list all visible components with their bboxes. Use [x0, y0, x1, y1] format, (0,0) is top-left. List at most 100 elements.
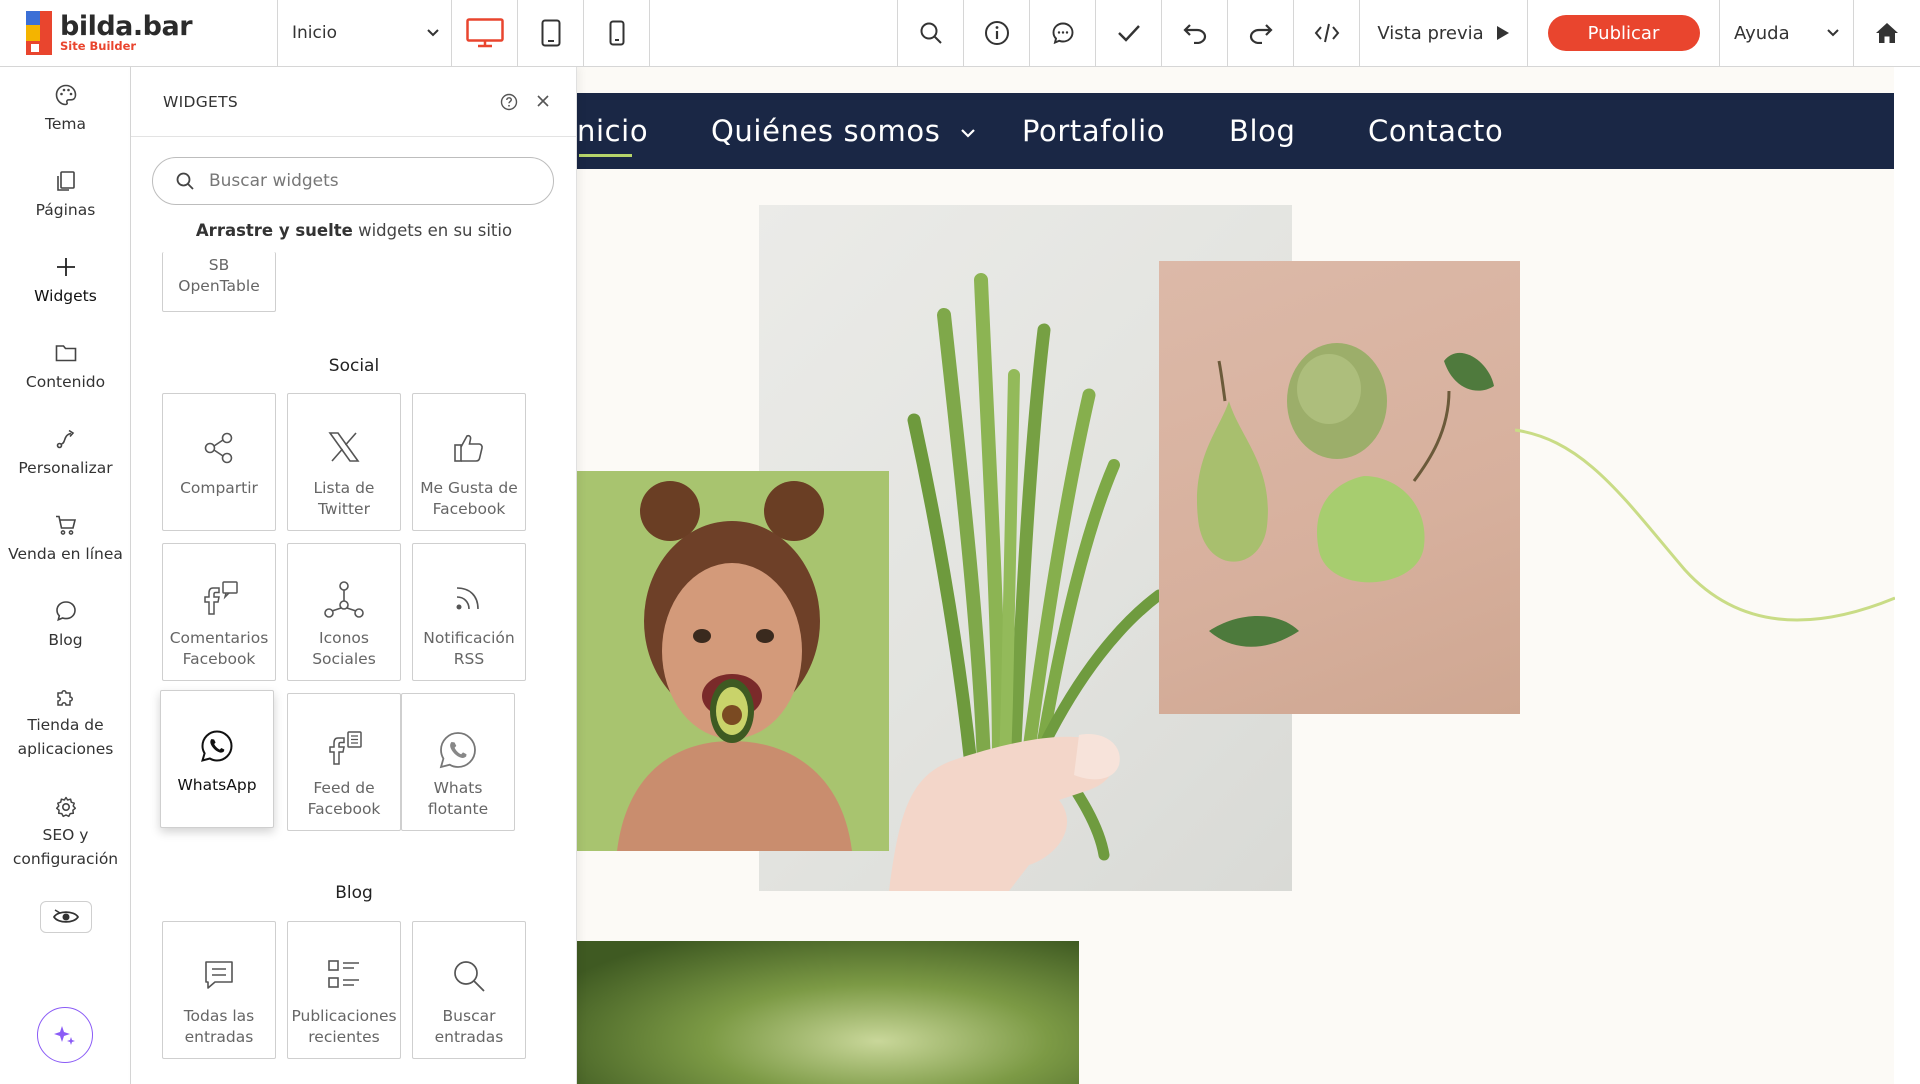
- undo-icon: [1182, 24, 1206, 44]
- rail-item-venda[interactable]: Venda en línea: [0, 513, 131, 563]
- thumbs-up-icon: [454, 434, 483, 462]
- mobile-view-button[interactable]: [584, 0, 650, 66]
- widget-card-facebook-comments[interactable]: Comentarios Facebook: [162, 543, 276, 681]
- comments-button[interactable]: [1030, 0, 1096, 66]
- nav-item-portafolio[interactable]: Portafolio: [1022, 114, 1165, 148]
- facebook-comments-icon: [204, 581, 238, 615]
- rail-label: Blog: [48, 631, 83, 649]
- folder-icon: [55, 345, 76, 362]
- help-label: Ayuda: [1734, 22, 1790, 44]
- widget-card-label: Buscar entradas: [434, 1007, 504, 1046]
- nav-item-inicio[interactable]: nicio: [577, 114, 648, 148]
- search-button[interactable]: [898, 0, 964, 66]
- rail-item-paginas[interactable]: Páginas: [0, 169, 131, 219]
- info-button[interactable]: [964, 0, 1030, 66]
- comment-icon: [1052, 22, 1073, 45]
- chat-icon: [55, 601, 76, 622]
- widget-card-label: Me Gusta de Facebook: [420, 479, 518, 518]
- widget-card-social-icons[interactable]: Iconos Sociales: [287, 543, 401, 681]
- rail-item-widgets[interactable]: Widgets: [0, 255, 131, 305]
- undo-button[interactable]: [1162, 0, 1228, 66]
- widget-card-opentable[interactable]: SB OpenTable: [162, 252, 276, 312]
- left-rail: Tema Páginas Widgets Contenido Personali…: [0, 67, 131, 1084]
- rail-item-tienda[interactable]: Tienda de aplicaciones: [0, 685, 131, 761]
- code-button[interactable]: [1294, 0, 1360, 66]
- widget-card-rss[interactable]: Notificación RSS: [412, 543, 526, 681]
- rail-item-tema[interactable]: Tema: [0, 83, 131, 133]
- help-circle-icon[interactable]: [500, 93, 518, 111]
- widget-card-label: Feed de Facebook: [307, 779, 381, 818]
- hint-rest: widgets en su sitio: [352, 221, 513, 240]
- customize-icon: [56, 429, 74, 449]
- whatsapp-icon: [201, 730, 233, 762]
- pears-photo[interactable]: [1159, 261, 1520, 714]
- site-nav: nicio Quiénes somos Portafolio Blog Cont…: [577, 93, 1894, 169]
- play-icon: [1496, 26, 1509, 40]
- x-twitter-icon: [328, 432, 360, 462]
- widget-card-facebook-like[interactable]: Me Gusta de Facebook: [412, 393, 526, 531]
- rail-item-personalizar[interactable]: Personalizar: [0, 427, 131, 477]
- widget-card-compartir[interactable]: Compartir: [162, 393, 276, 531]
- redo-button[interactable]: [1228, 0, 1294, 66]
- rail-label-2: aplicaciones: [17, 740, 114, 758]
- code-icon: [1314, 23, 1339, 43]
- bottom-blurred-photo[interactable]: [577, 941, 1079, 1084]
- facebook-feed-icon: [329, 731, 362, 765]
- nav-item-quienes-somos[interactable]: Quiénes somos: [711, 114, 976, 148]
- recent-posts-icon: [328, 960, 359, 988]
- widget-card-label: Iconos Sociales: [312, 629, 376, 668]
- widget-card-label: Notificación RSS: [423, 629, 515, 668]
- ai-assistant-button[interactable]: [37, 1007, 93, 1063]
- home-icon: [1876, 23, 1898, 43]
- rail-label: SEO y: [42, 826, 89, 844]
- widget-card-label: WhatsApp: [177, 776, 257, 794]
- help-menu[interactable]: Ayuda: [1720, 0, 1854, 66]
- widget-card-recent-posts[interactable]: Publicaciones recientes: [287, 921, 401, 1059]
- nav-item-blog[interactable]: Blog: [1229, 114, 1296, 148]
- mobile-icon: [609, 20, 624, 46]
- widget-search-input[interactable]: [209, 171, 529, 191]
- rail-label: Widgets: [34, 287, 97, 305]
- section-title-blog: Blog: [335, 883, 373, 903]
- rail-label-2: configuración: [12, 850, 119, 868]
- cart-icon: [55, 515, 76, 535]
- info-icon: [984, 21, 1009, 45]
- social-icons-icon: [324, 581, 364, 618]
- preview-label: Vista previa: [1377, 22, 1484, 44]
- rail-label: Venda en línea: [8, 545, 123, 563]
- canvas-gutter: [1894, 67, 1920, 1084]
- close-icon[interactable]: [535, 93, 551, 109]
- preview-button[interactable]: Vista previa: [1360, 0, 1528, 66]
- logo: bilda.bar Site Builder: [0, 0, 278, 66]
- redo-icon: [1249, 24, 1273, 44]
- woman-avocado-photo[interactable]: [577, 471, 889, 851]
- visibility-toggle[interactable]: [40, 901, 92, 933]
- widget-card-facebook-feed[interactable]: Feed de Facebook: [287, 693, 401, 831]
- nav-active-underline: [579, 154, 632, 157]
- panel-title: WIDGETS: [163, 92, 239, 111]
- widget-card-whatsapp[interactable]: WhatsApp: [160, 690, 274, 828]
- chevron-down-icon: [1827, 29, 1839, 37]
- check-button[interactable]: [1096, 0, 1162, 66]
- pages-icon: [56, 171, 75, 191]
- desktop-view-button[interactable]: [452, 0, 518, 66]
- widget-card-search-posts[interactable]: Buscar entradas: [412, 921, 526, 1059]
- whatsapp-float-icon: [439, 732, 476, 769]
- publish-button[interactable]: Publicar: [1547, 15, 1700, 51]
- widget-card-all-posts[interactable]: Todas las entradas: [162, 921, 276, 1059]
- widget-card-twitter[interactable]: Lista de Twitter: [287, 393, 401, 531]
- rail-label: Contenido: [25, 373, 106, 391]
- rail-item-seo[interactable]: SEO y configuración: [0, 795, 131, 871]
- rail-item-blog[interactable]: Blog: [0, 599, 131, 649]
- rail-label: Tema: [45, 115, 86, 133]
- nav-item-contacto[interactable]: Contacto: [1368, 114, 1503, 148]
- widgets-panel: WIDGETS Arrastre y suelte widgets en su …: [131, 67, 577, 1084]
- page-select[interactable]: Inicio: [278, 0, 452, 66]
- share-icon: [204, 432, 233, 464]
- decorative-wave: [1515, 428, 1895, 622]
- tablet-view-button[interactable]: [518, 0, 584, 66]
- home-button[interactable]: [1854, 0, 1920, 66]
- rail-item-contenido[interactable]: Contenido: [0, 341, 131, 391]
- toolbar-spacer: [650, 0, 898, 66]
- widget-card-whatsapp-float[interactable]: Whats flotante: [401, 693, 515, 831]
